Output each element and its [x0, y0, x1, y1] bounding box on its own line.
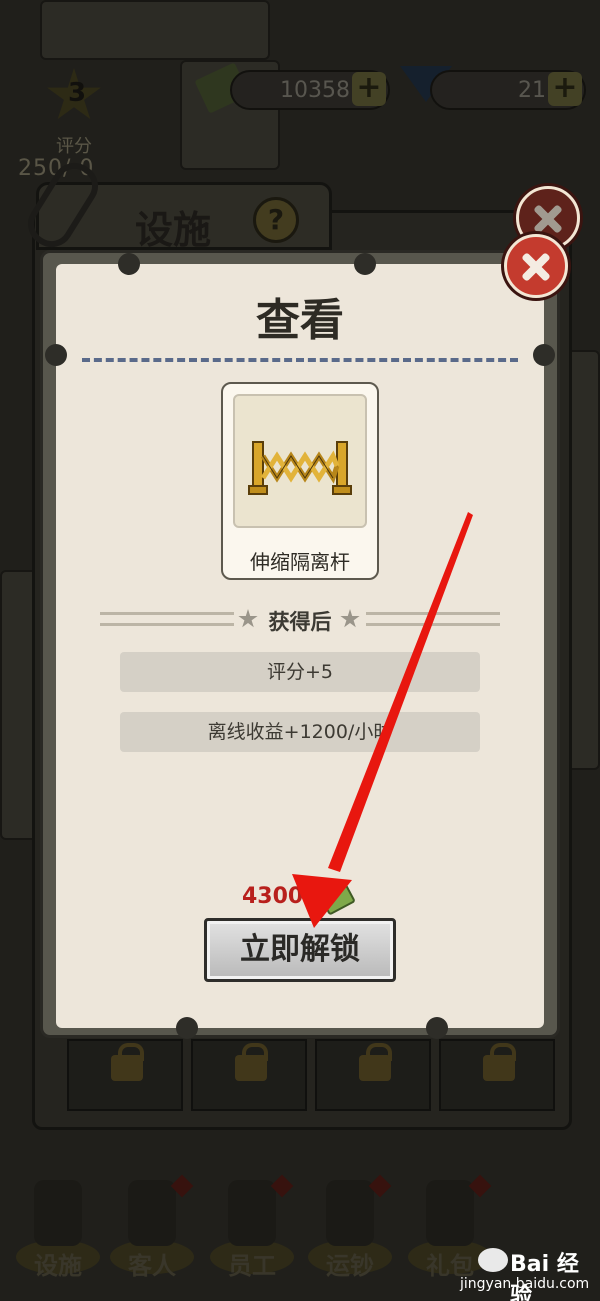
watermark-brand: Bai 经验	[510, 1252, 579, 1301]
annotation-arrow-icon	[292, 512, 473, 928]
watermark-url: jingyan.baidu.com	[460, 1276, 590, 1292]
watermark: Bai 经验 jingyan.baidu.com	[440, 1242, 590, 1301]
baidu-paw-icon	[478, 1248, 508, 1272]
